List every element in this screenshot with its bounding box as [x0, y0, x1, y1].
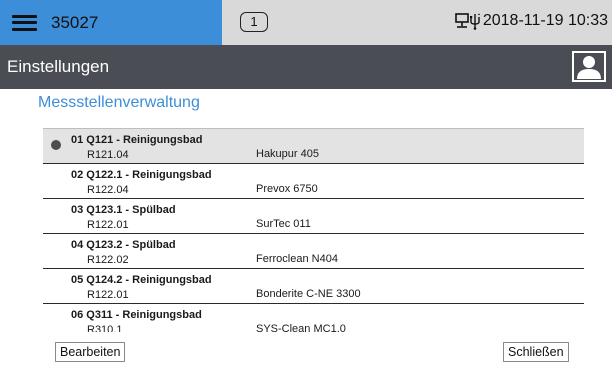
list-item-title: 06 Q311 - Reinigungsbad: [71, 309, 202, 321]
list-item[interactable]: 06 Q311 - Reinigungsbad R310.1 SYS-Clean…: [43, 304, 584, 332]
list-item-product: Prevox 6750: [256, 183, 318, 195]
edit-button[interactable]: Bearbeiten: [55, 342, 126, 362]
status-bar: 1 2018-11-19 10:33: [222, 0, 612, 45]
hamburger-menu-icon[interactable]: [12, 14, 37, 31]
list-item-code: R122.01: [87, 219, 129, 231]
list-item-code: R122.04: [87, 184, 129, 196]
list-item[interactable]: 04 Q123.2 - Spülbad R122.02 Ferroclean N…: [43, 234, 584, 269]
list-item-product: Ferroclean N404: [256, 253, 338, 265]
network-icon: [455, 13, 469, 28]
list-item-product: Hakupur 405: [256, 148, 319, 160]
device-id: 35027: [51, 12, 99, 32]
list-item-code: R122.02: [87, 254, 129, 266]
list-item[interactable]: 01 Q121 - Reinigungsbad R121.04 Hakupur …: [43, 129, 584, 164]
list-item-title: 03 Q123.1 - Spülbad: [71, 204, 176, 216]
date-time: 2018-11-19 10:33: [482, 12, 608, 29]
list-item-product: Bonderite C-NE 3300: [256, 288, 361, 300]
list-item-code: R310.1: [87, 324, 123, 332]
list-item-title: 05 Q124.2 - Reinigungsbad: [71, 274, 212, 286]
list-item-product: SYS-Clean MC1.0: [256, 323, 346, 332]
title-bar: Einstellungen: [0, 45, 612, 89]
list-item[interactable]: 05 Q124.2 - Reinigungsbad R122.01 Bonder…: [43, 269, 584, 304]
top-bar: 35027 1 2018-11-19 10:33: [0, 0, 612, 45]
list-item[interactable]: 03 Q123.1 - Spülbad R122.01 SurTec 011: [43, 199, 584, 234]
selected-indicator-icon: [51, 140, 61, 150]
list-item-title: 04 Q123.2 - Spülbad: [71, 239, 176, 251]
list-item-title: 01 Q121 - Reinigungsbad: [71, 134, 203, 146]
measurement-point-list[interactable]: 01 Q121 - Reinigungsbad R121.04 Hakupur …: [43, 128, 584, 332]
close-button[interactable]: Schließen: [503, 342, 569, 362]
list-item-code: R121.04: [87, 149, 129, 161]
list-item-title: 02 Q122.1 - Reinigungsbad: [71, 169, 212, 181]
list-item-code: R122.01: [87, 289, 129, 301]
device-header: 35027: [0, 0, 222, 45]
notification-badge[interactable]: 1: [240, 12, 268, 32]
user-button[interactable]: [572, 51, 606, 82]
list-item-product: SurTec 011: [256, 218, 311, 230]
usb-icon: [469, 13, 481, 30]
page-title: Einstellungen: [7, 57, 110, 76]
user-icon: [577, 56, 601, 79]
list-item[interactable]: 02 Q122.1 - Reinigungsbad R122.04 Prevox…: [43, 164, 584, 199]
section-title: Messstellenverwaltung: [38, 94, 200, 111]
status-area: 2018-11-19 10:33: [455, 12, 608, 30]
